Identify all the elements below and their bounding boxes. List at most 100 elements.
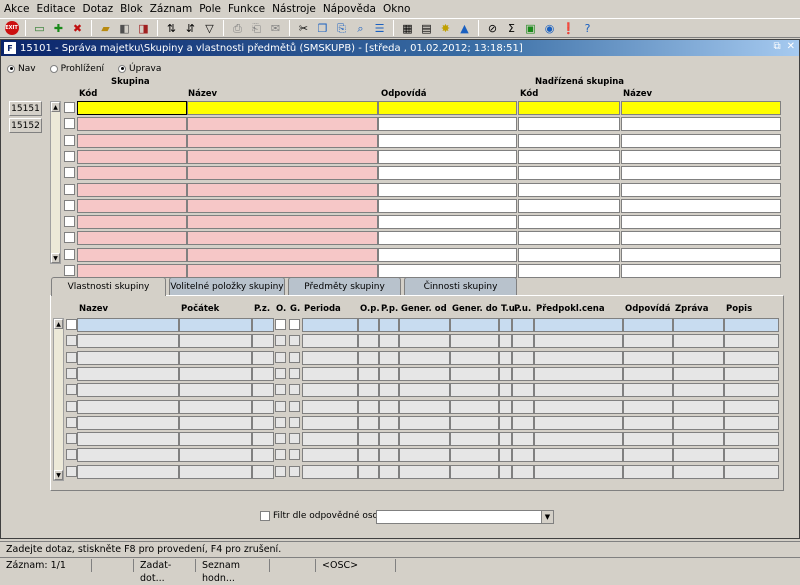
lower-cell-15[interactable]	[724, 334, 779, 348]
row-select-checkbox[interactable]	[64, 265, 75, 276]
lower-cell-2[interactable]	[252, 318, 274, 332]
lower-cell-0[interactable]	[77, 400, 179, 414]
lower-scrollbar[interactable]: ▲ ▼	[53, 318, 64, 481]
g-checkbox[interactable]	[289, 352, 300, 363]
lower-cell-10[interactable]	[499, 318, 512, 332]
g-checkbox[interactable]	[289, 466, 300, 477]
lower-cell-7[interactable]	[379, 334, 399, 348]
g-checkbox[interactable]	[289, 401, 300, 412]
tab-group-properties[interactable]: Vlastnosti skupiny	[51, 277, 166, 296]
row-select-checkbox[interactable]	[66, 433, 77, 444]
group-name-field[interactable]	[187, 101, 378, 115]
group-code-field[interactable]	[77, 231, 187, 245]
print-button[interactable]: ⎙	[229, 20, 246, 37]
lower-cell-15[interactable]	[724, 400, 779, 414]
row-select-checkbox[interactable]	[64, 232, 75, 243]
lower-cell-6[interactable]	[358, 432, 379, 446]
lower-cell-5[interactable]	[302, 416, 358, 430]
lower-cell-2[interactable]	[252, 383, 274, 397]
lower-cell-1[interactable]	[179, 351, 252, 365]
lower-cell-8[interactable]	[399, 318, 450, 332]
tab-optional-items[interactable]: Volitelné položky skupiny	[169, 277, 285, 295]
group-name-field[interactable]	[187, 117, 378, 131]
excel-button[interactable]: ▣	[522, 20, 539, 37]
filter-select[interactable]: ▼	[376, 510, 554, 524]
group-name-field[interactable]	[187, 150, 378, 164]
record-button-15151[interactable]: 15151	[9, 101, 42, 116]
row-select-checkbox[interactable]	[66, 368, 77, 379]
parent-name-field[interactable]	[621, 248, 781, 262]
responsible-field[interactable]	[378, 231, 517, 245]
row-select-checkbox[interactable]	[64, 135, 75, 146]
lower-cell-10[interactable]	[499, 448, 512, 462]
group-code-field[interactable]	[77, 199, 187, 213]
filter-button[interactable]: ▽	[201, 20, 218, 37]
responsible-field[interactable]	[378, 150, 517, 164]
parent-name-field[interactable]	[621, 134, 781, 148]
tab-group-items[interactable]: Předměty skupiny	[288, 277, 401, 295]
row-select-checkbox[interactable]	[64, 118, 75, 129]
globe-button[interactable]: ◉	[541, 20, 558, 37]
mail-button[interactable]: ✉	[267, 20, 284, 37]
lower-cell-7[interactable]	[379, 465, 399, 479]
lower-cell-12[interactable]	[534, 448, 623, 462]
lower-cell-13[interactable]	[623, 465, 673, 479]
lower-cell-5[interactable]	[302, 334, 358, 348]
o-checkbox[interactable]	[275, 384, 286, 395]
lower-cell-9[interactable]	[450, 318, 499, 332]
lower-cell-12[interactable]	[534, 465, 623, 479]
lower-cell-9[interactable]	[450, 432, 499, 446]
lower-cell-2[interactable]	[252, 367, 274, 381]
parent-name-field[interactable]	[621, 215, 781, 229]
menu-akce[interactable]: Akce	[4, 3, 30, 15]
lower-cell-1[interactable]	[179, 400, 252, 414]
group-code-field[interactable]	[77, 166, 187, 180]
lower-cell-13[interactable]	[623, 367, 673, 381]
lower-cell-8[interactable]	[399, 432, 450, 446]
radio-nav[interactable]	[7, 64, 15, 73]
group-code-field[interactable]	[77, 150, 187, 164]
lower-cell-13[interactable]	[623, 351, 673, 365]
lower-cell-11[interactable]	[512, 367, 534, 381]
target-button[interactable]: ⊘	[484, 20, 501, 37]
lower-cell-13[interactable]	[623, 400, 673, 414]
lower-cell-8[interactable]	[399, 334, 450, 348]
o-checkbox[interactable]	[275, 368, 286, 379]
lower-cell-15[interactable]	[724, 351, 779, 365]
parent-code-field[interactable]	[518, 215, 620, 229]
lower-cell-12[interactable]	[534, 351, 623, 365]
mode-browse[interactable]: Prohlížení	[49, 64, 104, 74]
g-checkbox[interactable]	[289, 384, 300, 395]
lower-cell-14[interactable]	[673, 448, 724, 462]
lower-cell-12[interactable]	[534, 432, 623, 446]
lower-cell-0[interactable]	[77, 416, 179, 430]
responsible-field[interactable]	[378, 183, 517, 197]
lower-cell-6[interactable]	[358, 448, 379, 462]
lower-cell-13[interactable]	[623, 432, 673, 446]
lower-cell-2[interactable]	[252, 432, 274, 446]
lower-cell-10[interactable]	[499, 465, 512, 479]
group-name-field[interactable]	[187, 134, 378, 148]
group-name-field[interactable]	[187, 199, 378, 213]
group-code-field[interactable]	[77, 248, 187, 262]
star-button[interactable]: ✸	[437, 20, 454, 37]
scroll-down-icon[interactable]: ▼	[51, 253, 60, 263]
parent-name-field[interactable]	[621, 183, 781, 197]
group-name-field[interactable]	[187, 248, 378, 262]
lower-cell-14[interactable]	[673, 318, 724, 332]
group-code-field[interactable]	[77, 215, 187, 229]
group-code-field[interactable]	[77, 183, 187, 197]
row-select-checkbox[interactable]	[66, 449, 77, 460]
lower-cell-9[interactable]	[450, 400, 499, 414]
lower-cell-9[interactable]	[450, 448, 499, 462]
menu-pole[interactable]: Pole	[199, 3, 221, 15]
lower-cell-1[interactable]	[179, 432, 252, 446]
group-name-field[interactable]	[187, 264, 378, 278]
lower-cell-15[interactable]	[724, 448, 779, 462]
lower-cell-14[interactable]	[673, 400, 724, 414]
lower-cell-6[interactable]	[358, 465, 379, 479]
menu-blok[interactable]: Blok	[120, 3, 143, 15]
menu-okno[interactable]: Okno	[383, 3, 410, 15]
paste-button[interactable]: ⎘	[333, 20, 350, 37]
lower-cell-14[interactable]	[673, 351, 724, 365]
